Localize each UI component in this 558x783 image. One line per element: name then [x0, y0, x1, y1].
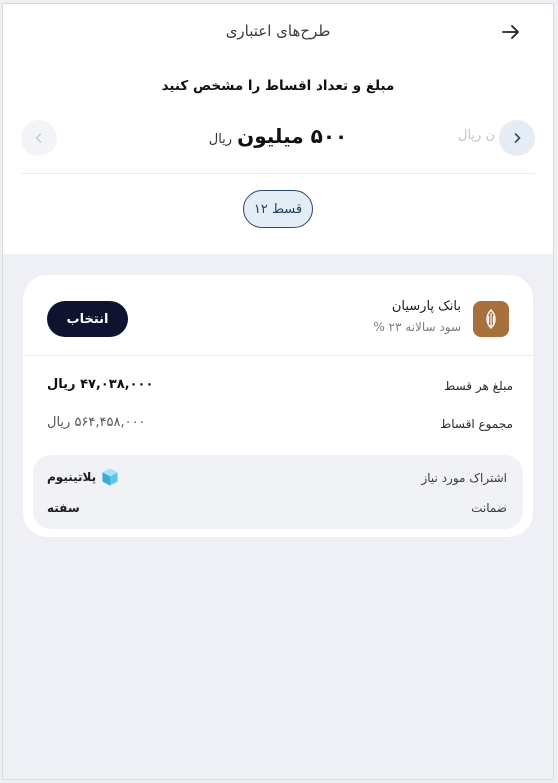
- page-title: طرح‌های اعتباری: [225, 22, 331, 40]
- app-frame: طرح‌های اعتباری مبلغ و تعداد اقساط را مش…: [2, 3, 554, 780]
- chevron-left-icon: [35, 133, 42, 143]
- amount-carousel: ۵۰۰ میلیون ریال ن ریال: [63, 122, 495, 154]
- chevron-right-icon: [514, 133, 521, 143]
- subscription-value: پلاتینیوم: [47, 470, 97, 484]
- bank-logo-icon: [473, 301, 509, 337]
- amount-value: ۵۰۰ میلیون: [237, 124, 348, 148]
- guarantee-value: سفته: [47, 501, 80, 515]
- installments-chip[interactable]: ۱۲ قسط: [243, 190, 313, 228]
- requirements-box: اشتراک مورد نیاز پلاتینیوم ضمانت سفته: [33, 455, 523, 529]
- total-installments-value: ۵۶۴,۴۵۸,۰۰۰ ریال: [47, 415, 146, 430]
- subscription-badge: پلاتینیوم: [47, 467, 120, 487]
- select-button[interactable]: انتخاب: [47, 301, 128, 337]
- platinum-gem-icon: [102, 468, 118, 486]
- divider: [21, 173, 535, 174]
- bank-name: بانک پارسیان: [391, 299, 461, 314]
- amount-unit: ریال: [208, 132, 233, 147]
- plan-selector-panel: طرح‌های اعتباری مبلغ و تعداد اقساط را مش…: [3, 4, 553, 254]
- total-installments-label: مجموع اقساط: [440, 417, 513, 431]
- amount-prompt: مبلغ و تعداد اقساط را مشخص کنید: [161, 78, 395, 94]
- back-arrow-icon[interactable]: [499, 20, 523, 44]
- plan-card: بانک پارسیان سود سالانه ۲۳ % انتخاب مبلغ…: [23, 275, 533, 537]
- divider: [23, 355, 533, 356]
- installment-amount-value: ۴۷,۰۳۸,۰۰۰ ریال: [47, 377, 154, 392]
- guarantee-label: ضمانت: [471, 501, 507, 515]
- subscription-label: اشتراک مورد نیاز: [421, 471, 507, 485]
- selected-amount: ۵۰۰ میلیون ریال: [63, 124, 493, 148]
- installment-amount-label: مبلغ هر قسط: [444, 379, 513, 393]
- app-header: طرح‌های اعتباری: [3, 4, 553, 60]
- next-amount-preview: ن ریال: [458, 128, 495, 143]
- interest-rate: سود سالانه ۲۳ %: [373, 320, 461, 334]
- prev-amount-button[interactable]: [21, 120, 57, 156]
- next-amount-button[interactable]: [499, 120, 535, 156]
